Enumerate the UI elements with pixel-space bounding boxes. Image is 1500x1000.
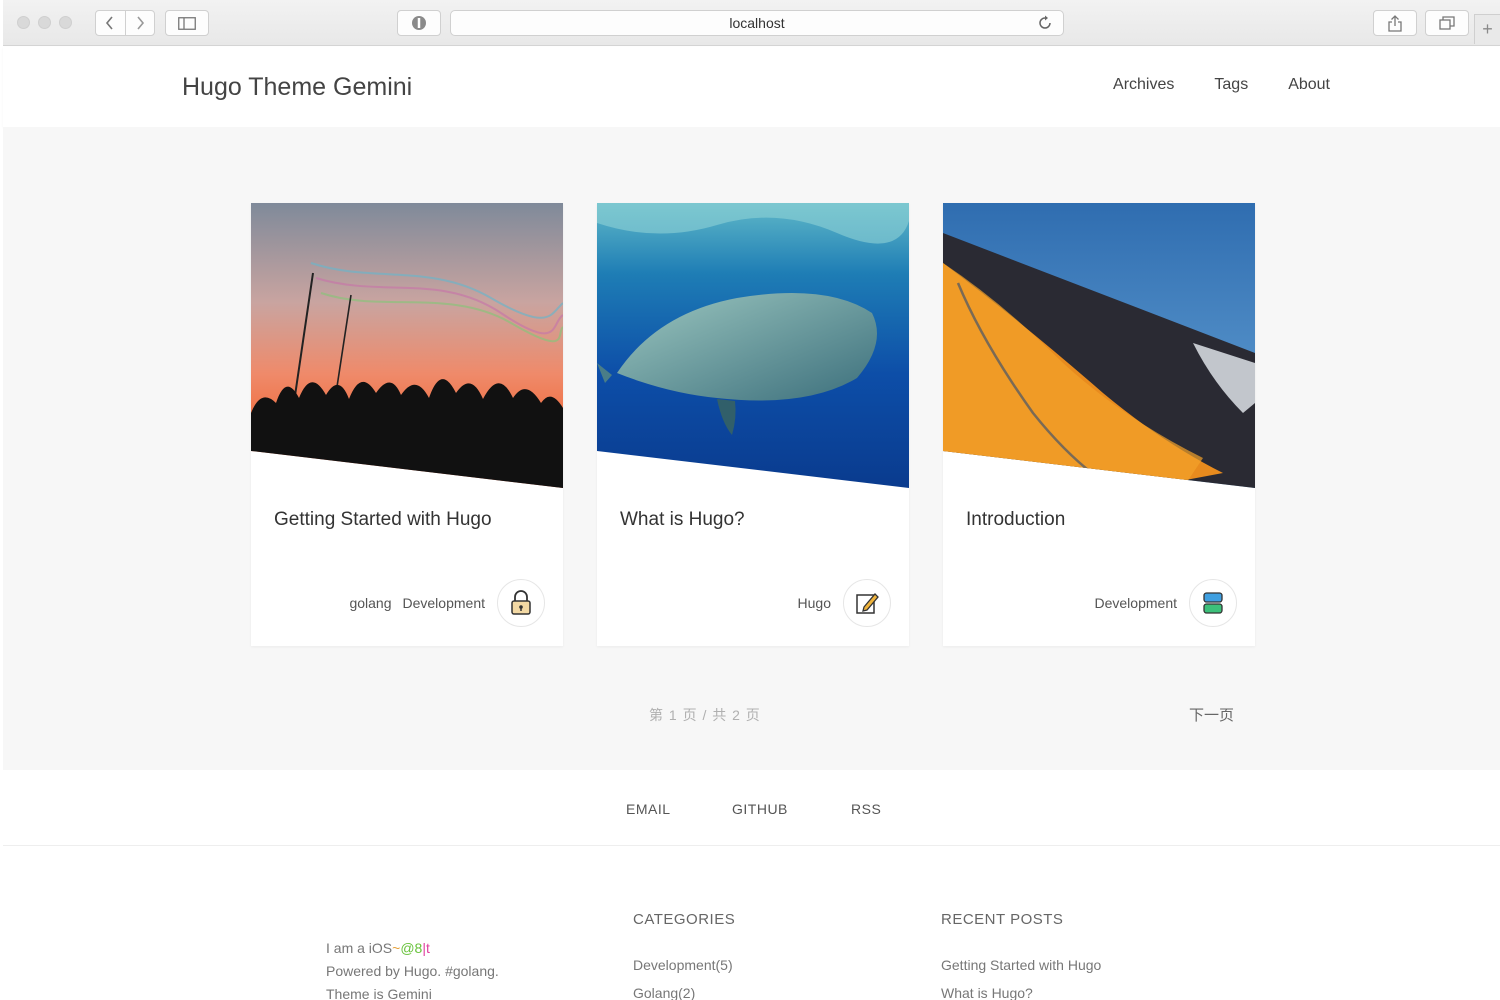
post-badge: [1189, 579, 1237, 627]
category-link[interactable]: Golang(2): [633, 985, 695, 1000]
list-item: Golang(2): [633, 979, 733, 1000]
lock-icon: [511, 590, 531, 615]
categories-heading: CATEGORIES: [633, 911, 736, 928]
new-tab-button[interactable]: +: [1474, 14, 1500, 44]
post-badge: [497, 579, 545, 627]
plus-icon: +: [1482, 19, 1493, 39]
share-button[interactable]: [1373, 10, 1417, 36]
browser-toolbar: localhost +: [3, 0, 1500, 46]
pagination-info: 第 1 页 / 共 2 页: [649, 707, 761, 723]
categories-list: Development(5) Golang(2): [633, 951, 733, 1000]
stack-icon: [1203, 592, 1223, 614]
about-line-2: Powered by Hugo. #golang.: [326, 963, 499, 979]
nav-tags[interactable]: Tags: [1214, 76, 1248, 94]
rss-link[interactable]: RSS: [851, 801, 881, 817]
chevron-left-icon: [106, 16, 114, 30]
site-header: Hugo Theme Gemini Archives Tags About: [3, 47, 1500, 127]
privacy-button[interactable]: [397, 10, 441, 36]
github-link[interactable]: GITHUB: [732, 801, 788, 817]
edit-icon: [856, 593, 879, 614]
social-links: EMAIL GITHUB RSS: [3, 770, 1500, 846]
post-cover-image: [943, 203, 1255, 488]
site-title[interactable]: Hugo Theme Gemini: [182, 73, 412, 102]
post-title[interactable]: Introduction: [966, 509, 1065, 531]
reload-icon[interactable]: [1037, 15, 1053, 31]
list-item: Getting Started with Hugo: [941, 951, 1101, 979]
post-title[interactable]: Getting Started with Hugo: [274, 509, 492, 531]
list-item: What is Hugo?: [941, 979, 1101, 1000]
about-line-3: Theme is Gemini: [326, 986, 432, 1000]
main-nav: Archives Tags About: [1113, 76, 1330, 94]
minimize-window-button[interactable]: [38, 16, 51, 29]
post-card[interactable]: Getting Started with Hugo golang Develop…: [251, 203, 563, 646]
address-bar[interactable]: localhost: [450, 10, 1064, 36]
about-blurb: I am a iOS~@8|t Powered by Hugo. #golang…: [326, 937, 499, 1000]
recent-posts-heading: RECENT POSTS: [941, 911, 1064, 928]
post-tag[interactable]: Development: [403, 595, 486, 611]
post-title[interactable]: What is Hugo?: [620, 509, 745, 531]
share-icon: [1388, 14, 1402, 32]
next-page-link[interactable]: 下一页: [1189, 704, 1234, 725]
about-line-1: I am a iOS~@8|t: [326, 940, 430, 956]
recent-posts-list: Getting Started with Hugo What is Hugo?: [941, 951, 1101, 1000]
close-window-button[interactable]: [17, 16, 30, 29]
post-card[interactable]: What is Hugo? Hugo: [597, 203, 909, 646]
post-tag[interactable]: Development: [1095, 595, 1178, 611]
history-nav: [95, 10, 155, 36]
tabs-overview-button[interactable]: [1425, 10, 1469, 36]
shield-icon: [412, 16, 426, 30]
post-tag[interactable]: Hugo: [798, 595, 831, 611]
nav-about[interactable]: About: [1288, 76, 1330, 94]
post-tags: golang Development: [349, 595, 485, 611]
forward-button[interactable]: [124, 11, 154, 35]
post-card[interactable]: Introduction Development: [943, 203, 1255, 646]
post-tags: Development: [1095, 595, 1178, 611]
post-tag[interactable]: golang: [349, 595, 391, 611]
site-footer: I am a iOS~@8|t Powered by Hugo. #golang…: [3, 847, 1500, 1000]
sidebar-icon: [178, 16, 196, 30]
back-button[interactable]: [96, 11, 125, 35]
post-tags: Hugo: [798, 595, 831, 611]
address-text: localhost: [729, 15, 785, 31]
chevron-right-icon: [137, 16, 145, 30]
recent-post-link[interactable]: What is Hugo?: [941, 985, 1033, 1000]
post-cover-image: [251, 203, 563, 488]
post-cover-image: [597, 203, 909, 488]
post-badge: [843, 579, 891, 627]
post-list-area: Getting Started with Hugo golang Develop…: [3, 127, 1500, 770]
zoom-window-button[interactable]: [59, 16, 72, 29]
sidebar-toggle-button[interactable]: [165, 10, 209, 36]
tabs-icon: [1439, 16, 1455, 30]
nav-archives[interactable]: Archives: [1113, 76, 1174, 94]
list-item: Development(5): [633, 951, 733, 979]
recent-post-link[interactable]: Getting Started with Hugo: [941, 957, 1101, 973]
email-link[interactable]: EMAIL: [626, 801, 671, 817]
category-link[interactable]: Development(5): [633, 957, 733, 973]
